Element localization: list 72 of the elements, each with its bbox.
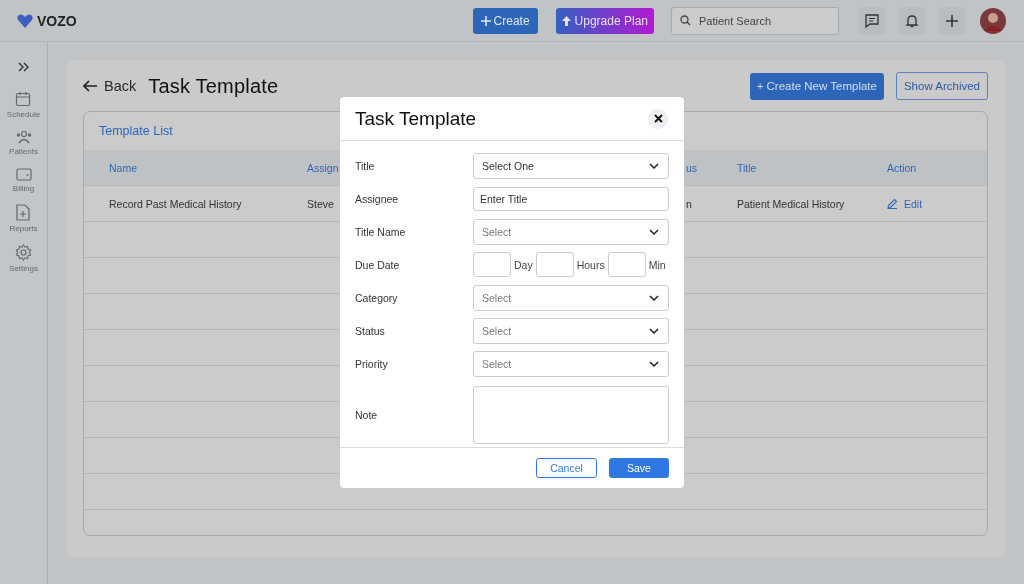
sidebar-item[interactable]: Schedule [6, 110, 41, 119]
close-button[interactable] [648, 108, 668, 129]
number-field[interactable] [473, 252, 511, 278]
field-label: Priority [355, 357, 389, 370]
create-button[interactable]: Create [472, 7, 538, 34]
table-title: Template List [99, 123, 173, 140]
search-field[interactable]: Patient Search [671, 6, 839, 35]
field-label: Due Date [355, 258, 401, 271]
search-input[interactable]: Patient Search [697, 13, 821, 28]
arrow-left-icon [83, 80, 97, 92]
people-icon[interactable] [14, 130, 33, 144]
column-header: Title [737, 161, 757, 174]
field-label: Note [355, 409, 379, 422]
close-icon [653, 114, 663, 124]
chevron-down-icon [649, 327, 659, 334]
chevron-down-icon [649, 228, 659, 235]
select-field[interactable]: Select [473, 350, 669, 377]
column-header: Name [109, 161, 137, 174]
back-button[interactable]: Back [83, 78, 137, 94]
sidebar-item[interactable]: Settings [9, 264, 38, 273]
table-cell: Steve [307, 197, 334, 210]
sidebar-item[interactable]: Reports [9, 224, 38, 233]
number-field[interactable] [535, 252, 574, 278]
page-title: Task Template [148, 74, 279, 98]
logo-text: VOZO [37, 12, 77, 29]
pencil-icon [887, 198, 898, 209]
table-cell: Record Past Medical History [109, 197, 242, 210]
field-label: Title Name [355, 225, 407, 238]
sidebar-item[interactable]: Patients [9, 147, 38, 156]
plus-icon[interactable] [938, 6, 966, 35]
heart-logo-icon [17, 13, 33, 28]
edit-link[interactable]: Edit [887, 197, 923, 210]
select-field[interactable]: Select One [473, 152, 669, 179]
upgrade-plan-button[interactable]: Upgrade Plan [555, 7, 654, 34]
expand-icon[interactable] [17, 62, 30, 72]
sidebar-item[interactable]: Billing [12, 184, 35, 193]
chat-icon[interactable] [858, 6, 886, 35]
plus-icon [480, 15, 491, 26]
column-header: Action [887, 161, 917, 174]
settings-icon[interactable] [15, 244, 32, 261]
select-field[interactable]: Select [473, 284, 669, 311]
chevron-down-icon [649, 162, 659, 169]
field-label: Status [355, 324, 386, 337]
table-cell: Patient Medical History [737, 197, 845, 210]
bell-icon[interactable] [898, 6, 926, 35]
unit-label: Hours [576, 258, 605, 271]
save-button[interactable]: Save [609, 458, 669, 479]
field-label: Assignee [355, 192, 400, 205]
column-header: us [686, 161, 698, 174]
show-archived-button[interactable]: Show Archived [895, 72, 988, 100]
avatar-icon[interactable] [980, 7, 1006, 34]
arrow-up-icon [561, 15, 571, 26]
cancel-button[interactable]: Cancel [536, 458, 597, 479]
field-label: Title [355, 159, 376, 172]
wallet-icon[interactable] [15, 167, 32, 181]
document-plus-icon[interactable] [16, 204, 31, 221]
create-template-button[interactable]: + Create New Template [749, 72, 884, 100]
unit-label: Min [648, 258, 666, 271]
input-field[interactable]: Enter Title [473, 186, 669, 211]
chevron-down-icon [649, 360, 659, 367]
dialog-title: Task Template [355, 107, 477, 130]
select-field[interactable]: Select [473, 317, 669, 344]
field-label: Category [355, 291, 399, 304]
note-field[interactable] [473, 386, 669, 445]
number-field[interactable] [607, 252, 646, 278]
table-cell: n [686, 197, 692, 210]
chevron-down-icon [649, 294, 659, 301]
select-field[interactable]: Select [473, 218, 669, 245]
unit-label: Day [514, 258, 533, 271]
search-icon [680, 15, 691, 26]
calendar-icon[interactable] [15, 91, 32, 107]
column-header: Assign [307, 161, 339, 174]
